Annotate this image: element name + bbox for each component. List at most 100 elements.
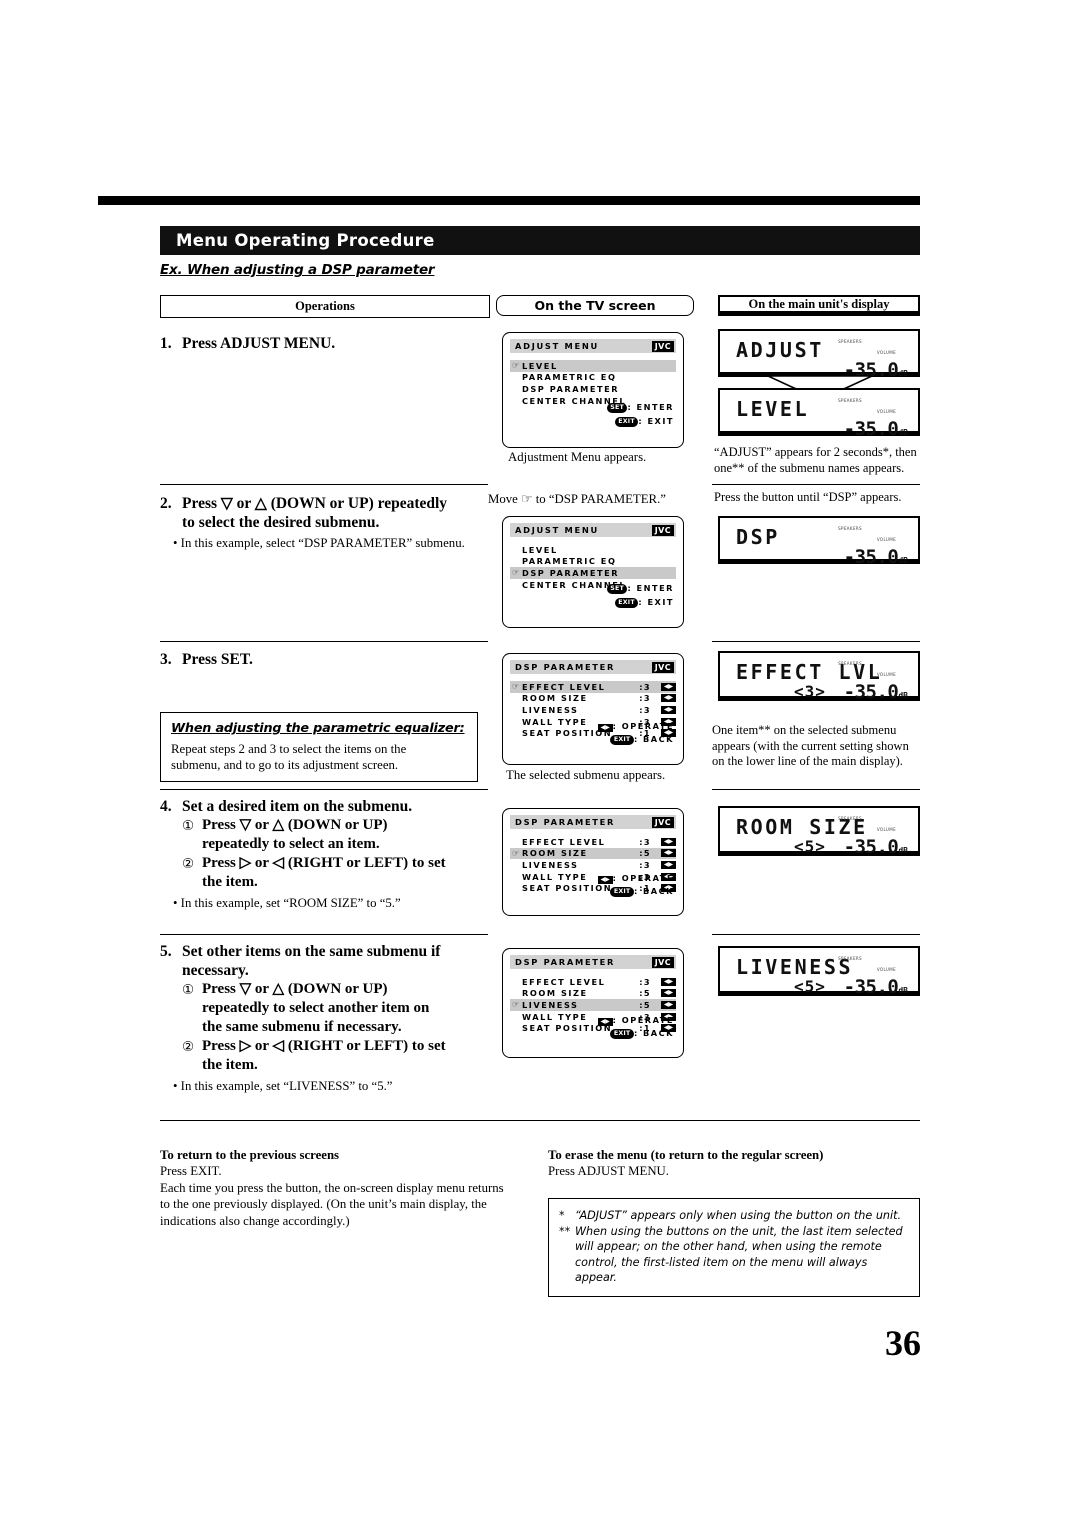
- unit-volume-value: -35.0: [843, 418, 899, 440]
- footer-left-block: To return to the previous screens Press …: [160, 1147, 540, 1229]
- unit-volume-value: -35.0: [843, 681, 899, 703]
- footer-left-title: To return to the previous screens: [160, 1148, 340, 1162]
- tv-param-row[interactable]: EFFECT LEVEL :3 ◀▶: [510, 976, 676, 988]
- tv-screen-dsp-room-size: DSP PARAMETER JVC EFFECT LEVEL :3 ◀▶ ☞ RO…: [502, 808, 684, 916]
- step-1-number: 1.: [160, 335, 172, 352]
- tv-param-label: LIVENESS: [522, 704, 579, 715]
- tv-param-label: EFFECT LEVEL: [522, 976, 606, 987]
- tv-param-label: ROOM SIZE: [522, 693, 588, 704]
- parametric-eq-callout: When adjusting the parametric equalizer:…: [160, 712, 478, 782]
- left-right-pad-icon[interactable]: ◀▶: [661, 989, 676, 998]
- footer-left-line3: to the one previously displayed. (On the…: [160, 1197, 487, 1211]
- volume-label: VOLUME: [876, 672, 896, 677]
- tv-param-value: :3: [639, 836, 651, 847]
- left-right-pad-icon[interactable]: ◀▶: [661, 694, 676, 703]
- footer-right-title: To erase the menu (to return to the regu…: [548, 1148, 824, 1162]
- volume-label: VOLUME: [876, 350, 896, 355]
- footer-separator: [160, 1120, 920, 1122]
- tv-param-value: :3: [639, 976, 651, 987]
- tv-param-row[interactable]: ☞ ROOM SIZE :5 ◀▶: [510, 847, 676, 860]
- volume-label: VOLUME: [876, 537, 896, 542]
- tv-caption-step3: The selected submenu appears.: [506, 768, 666, 782]
- separator-left-2: [160, 641, 488, 643]
- tv-titlebar: DSP PARAMETER JVC: [510, 660, 676, 674]
- unit-volume: -35.0dB: [844, 546, 908, 568]
- tv-screen-dsp-liveness: DSP PARAMETER JVC EFFECT LEVEL :3 ◀▶ ROOM…: [502, 948, 684, 1058]
- tv-menu-item[interactable]: ☞ LEVEL: [510, 360, 676, 372]
- left-right-pad-icon[interactable]: ◀▶: [661, 977, 676, 986]
- callout-body: Repeat steps 2 and 3 to select the items…: [171, 741, 469, 773]
- left-right-pad-icon[interactable]: ◀▶: [661, 837, 676, 846]
- column-header-tv-screen: On the TV screen: [496, 295, 694, 316]
- tv-foot-back-text: : BACK: [633, 1028, 674, 1038]
- separator-left-4: [160, 934, 488, 936]
- unit-caption-line: “ADJUST” appears for 2 seconds*, then: [714, 445, 917, 459]
- callout-title: When adjusting the parametric equalizer:: [171, 721, 465, 736]
- tv-titlebar: ADJUST MENU JVC: [510, 523, 676, 537]
- jvc-logo: JVC: [651, 956, 674, 968]
- step-5-note: • In this example, set “LIVENESS” to “5.…: [173, 1079, 393, 1093]
- speakers-label: SPEAKERS: [838, 816, 862, 821]
- jvc-logo: JVC: [651, 661, 674, 673]
- step-5-sub1-line3: the same submenu if necessary.: [202, 1019, 402, 1035]
- tv-screen-adjust-menu-level: ADJUST MENU JVC ☞ LEVEL PARAMETRIC EQ DS…: [502, 332, 684, 448]
- step-1: 1. Press ADJUST MENU.: [160, 334, 490, 353]
- column-header-unit-display: On the main unit's display: [718, 295, 920, 316]
- pointer-icon: ☞: [512, 848, 520, 858]
- unit-volume-unit: dB: [898, 691, 908, 700]
- tv-param-label: ROOM SIZE: [522, 848, 588, 859]
- step-2-heading-line1: Press ▽ or △ (DOWN or UP) repeatedly: [182, 495, 448, 512]
- step-4-sub2-number: ②: [182, 856, 195, 871]
- tv-foot-back-text: : BACK: [633, 734, 674, 744]
- unit-caption-line: appears (with the current setting shown: [712, 738, 909, 753]
- pointer-icon: ☞: [512, 568, 520, 578]
- tv-menu-item-label: LEVEL: [522, 544, 558, 555]
- column-header-operations: Operations: [160, 295, 490, 318]
- footnote-2-text: When using the buttons on the unit, the …: [575, 1224, 909, 1286]
- tv-menu-item[interactable]: PARAMETRIC EQ: [510, 372, 676, 384]
- tv-titlebar: DSP PARAMETER JVC: [510, 815, 676, 829]
- left-right-pad-icon[interactable]: ◀▶: [661, 682, 676, 691]
- pointer-icon: ☞: [512, 682, 520, 692]
- tv-param-row[interactable]: ROOM SIZE :5 ◀▶: [510, 988, 676, 1000]
- unit-volume-unit: dB: [898, 428, 908, 437]
- unit-caption-step1: “ADJUST” appears for 2 seconds*, then on…: [714, 445, 926, 476]
- unit-caption-line: on the lower line of the main display).: [712, 754, 903, 768]
- unit-display-liveness: LIVENESS <5> SPEAKERS VOLUME -35.0dB: [718, 946, 920, 998]
- tv-param-label: LIVENESS: [522, 859, 579, 870]
- tv-param-row[interactable]: EFFECT LEVEL :3 ◀▶: [510, 836, 676, 848]
- tv-menu-item[interactable]: PARAMETRIC EQ: [510, 556, 676, 568]
- step-4-heading: Set a desired item on the submenu.: [182, 798, 413, 815]
- step-5-sub2-number: ②: [182, 1039, 195, 1054]
- step-5-heading-line2: necessary.: [182, 962, 249, 979]
- pointer-icon: ☞: [512, 1000, 520, 1010]
- unit-display-effect-lvl: EFFECT LVL <3> SPEAKERS VOLUME -35.0dB: [718, 651, 920, 703]
- step-3: 3. Press SET.: [160, 650, 490, 669]
- tv-param-value: :5: [639, 988, 651, 999]
- step-2-note: • In this example, select “DSP PARAMETER…: [173, 536, 465, 550]
- jvc-logo: JVC: [651, 524, 674, 536]
- tv-param-label: LIVENESS: [522, 999, 579, 1010]
- speakers-label: SPEAKERS: [838, 339, 862, 344]
- footer-left-line2: Each time you press the button, the on-s…: [160, 1180, 504, 1195]
- step-4-number: 4.: [160, 798, 172, 815]
- step-4: 4. Set a desired item on the submenu. ① …: [160, 797, 490, 911]
- tv-screen-title: DSP PARAMETER: [515, 957, 616, 967]
- tv-param-row[interactable]: ☞ EFFECT LEVEL :3 ◀▶: [510, 681, 676, 693]
- step-4-sub2-line1: Press ▷ or ◁ (RIGHT or LEFT) to set: [202, 855, 446, 871]
- volume-label: VOLUME: [876, 409, 896, 414]
- left-right-pad-icon[interactable]: ◀▶: [661, 849, 676, 858]
- volume-label: VOLUME: [876, 827, 896, 832]
- unit-display-dsp: DSP SPEAKERS VOLUME -35.0dB: [718, 516, 920, 568]
- tv-foot-exit-text: : EXIT: [638, 416, 674, 426]
- tv-menu-item-label: PARAMETRIC EQ: [522, 556, 617, 567]
- step-5-sub1-line1: Press ▽ or △ (DOWN or UP): [202, 981, 388, 997]
- step-5: 5. Set other items on the same submenu i…: [160, 942, 490, 1094]
- separator-right-1: [712, 484, 920, 486]
- tv-menu-item[interactable]: LEVEL: [510, 544, 676, 556]
- tv-foot-back: EXIT: BACK: [593, 876, 674, 907]
- speakers-label: SPEAKERS: [838, 661, 862, 666]
- move-instruction-step2: Move ☞ to “DSP PARAMETER.”: [488, 492, 666, 506]
- tv-param-row[interactable]: ROOM SIZE :3 ◀▶: [510, 693, 676, 705]
- unit-setting-value: <5>: [794, 977, 826, 996]
